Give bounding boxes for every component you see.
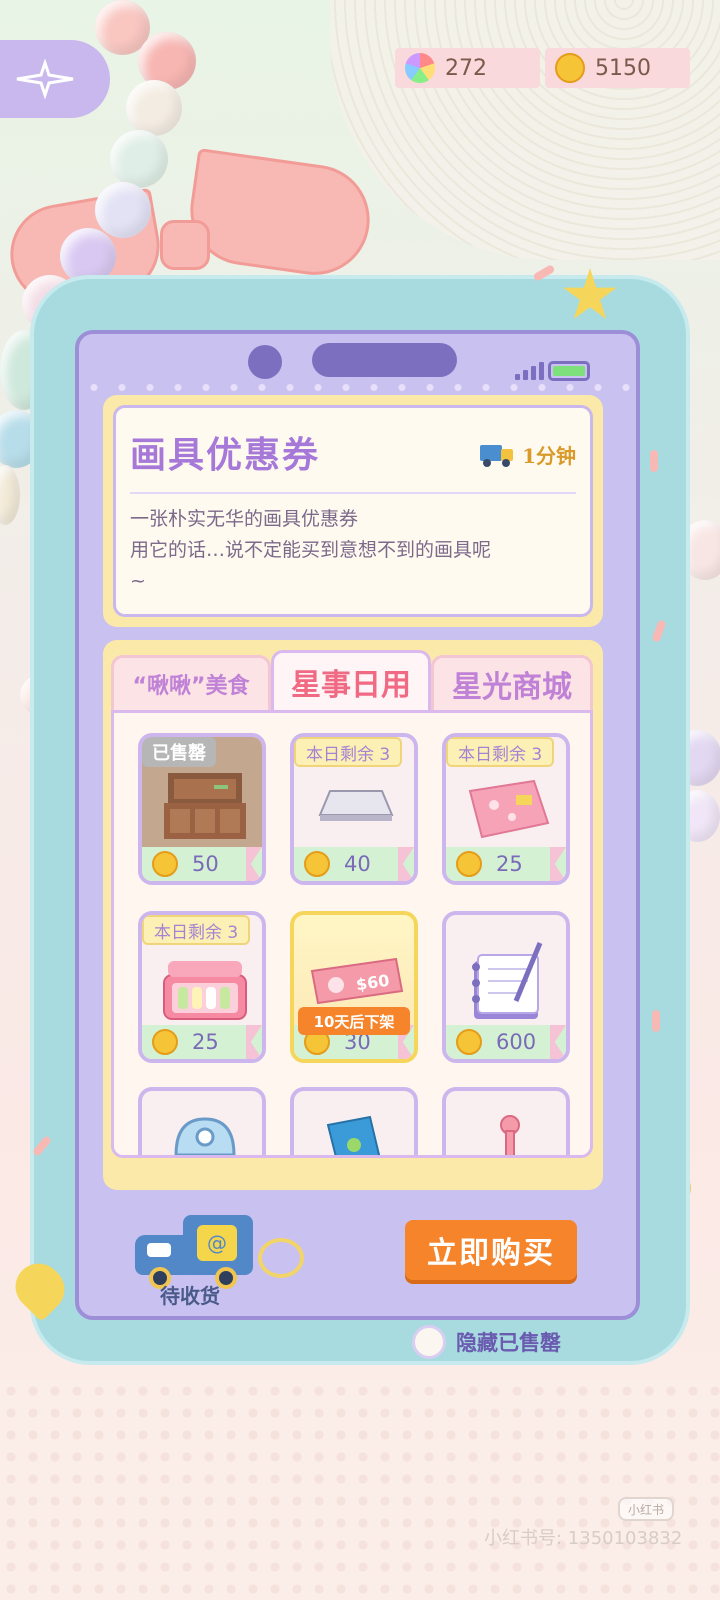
camera-decoration xyxy=(248,345,282,379)
price-value: 40 xyxy=(344,852,371,876)
coin-icon xyxy=(152,851,178,877)
shop-item-paint-box[interactable]: 本日剩余 3 25 xyxy=(138,911,266,1063)
shop-item-silver-bar[interactable]: 本日剩余 3 40 xyxy=(290,733,418,885)
watermark-badge: 小红书 xyxy=(618,1497,674,1521)
coin-icon xyxy=(152,1029,178,1055)
watermark-id: 小红书号: 1350103832 xyxy=(484,1528,683,1549)
pattern-strip xyxy=(80,380,630,395)
sprinkle-decoration xyxy=(652,1010,660,1032)
price-bar: 25 xyxy=(142,1025,262,1059)
bead-decoration xyxy=(126,80,182,136)
tab-food[interactable]: “啾啾”美食 xyxy=(111,655,271,710)
shop-tabs: “啾啾”美食 星事日用 星光商城 xyxy=(111,650,593,710)
divider xyxy=(130,492,576,494)
snail-logo-icon: @ xyxy=(197,1225,237,1261)
gem-currency: 272 xyxy=(395,48,540,88)
daily-stock-tag: 本日剩余 3 xyxy=(142,915,251,945)
shop-item-helmet[interactable] xyxy=(138,1087,266,1155)
drink-card-icon xyxy=(326,1115,381,1155)
shop-item-pink-blanket[interactable]: 本日剩余 3 25 xyxy=(442,733,570,885)
coin-icon xyxy=(456,1029,482,1055)
bead-decoration xyxy=(95,182,151,238)
buy-now-button[interactable]: 立即购买 xyxy=(405,1220,577,1280)
shop-item-ticket[interactable]: $60 10天后下架 30 xyxy=(290,911,418,1063)
price-value: 50 xyxy=(192,852,219,876)
pink-stick-icon xyxy=(500,1115,520,1155)
cabinet-icon xyxy=(164,773,246,839)
shop-item-pink-stick[interactable] xyxy=(442,1087,570,1155)
item-detail-card: 画具优惠券 1分钟 一张朴实无华的画具优惠券 用它的话…说不定能买到意想不到的画… xyxy=(103,395,603,627)
grid-scroll-footer xyxy=(111,1158,593,1176)
notch-decoration xyxy=(312,343,457,377)
tab-daily-goods[interactable]: 星事日用 xyxy=(271,650,431,710)
delivery-truck-icon xyxy=(480,443,514,467)
pending-delivery-label: 待收货 xyxy=(160,1284,220,1308)
expire-tag: 10天后下架 xyxy=(298,1007,410,1035)
pink-blanket-icon xyxy=(468,779,550,839)
bead-decoration xyxy=(110,130,168,188)
sprinkle-decoration xyxy=(650,450,658,472)
battery-icon xyxy=(548,361,590,381)
checkbox-circle[interactable] xyxy=(412,1325,446,1359)
rainbow-flower-icon xyxy=(405,53,435,83)
price-value: 25 xyxy=(192,1030,219,1054)
coin-icon xyxy=(456,851,482,877)
bead-decoration xyxy=(0,465,20,525)
coin-currency: 5150 xyxy=(545,48,690,88)
back-button[interactable] xyxy=(0,40,110,118)
daily-stock-tag: 本日剩余 3 xyxy=(294,737,403,767)
coin-count: 5150 xyxy=(595,55,651,81)
tab-star-mall[interactable]: 星光商城 xyxy=(431,655,593,710)
coin-icon xyxy=(304,851,330,877)
shop-item-cabinet[interactable]: 已售罄 50 xyxy=(138,733,266,885)
smoke-puff-icon xyxy=(258,1238,304,1278)
delivery-time: 1分钟 xyxy=(480,440,576,469)
sold-out-tag: 已售罄 xyxy=(142,737,216,767)
silver-bar-icon xyxy=(318,790,394,821)
gold-coin-icon xyxy=(555,53,585,83)
price-value: 600 xyxy=(496,1030,537,1054)
shop-item-drink-card[interactable] xyxy=(290,1087,418,1155)
helmet-icon xyxy=(174,1117,236,1155)
notebook-icon xyxy=(472,942,543,1019)
price-bar: 600 xyxy=(446,1025,566,1059)
delivery-time-text: 1分钟 xyxy=(522,444,576,468)
hide-sold-out-label: 隐藏已售罄 xyxy=(456,1331,561,1355)
price-bar: 40 xyxy=(294,847,414,881)
signal-icon xyxy=(515,362,544,380)
item-grid[interactable]: 已售罄 50 本日剩余 3 40 本日剩余 3 25 本日剩余 3 25 $60… xyxy=(111,710,593,1158)
compass-star-icon xyxy=(16,59,74,99)
bottom-lace-decoration xyxy=(0,1380,720,1600)
item-description: 一张朴实无华的画具优惠券 用它的话…说不定能买到意想不到的画具呢 ~ xyxy=(130,508,492,592)
price-value: 25 xyxy=(496,852,523,876)
daily-stock-tag: 本日剩余 3 xyxy=(446,737,555,767)
price-bar: 50 xyxy=(142,847,262,881)
shop-item-notebook[interactable]: 600 xyxy=(442,911,570,1063)
hide-sold-out-toggle[interactable]: 隐藏已售罄 xyxy=(412,1325,561,1359)
paint-box-icon xyxy=(163,961,247,1020)
price-bar: 25 xyxy=(446,847,566,881)
gem-count: 272 xyxy=(445,55,487,81)
